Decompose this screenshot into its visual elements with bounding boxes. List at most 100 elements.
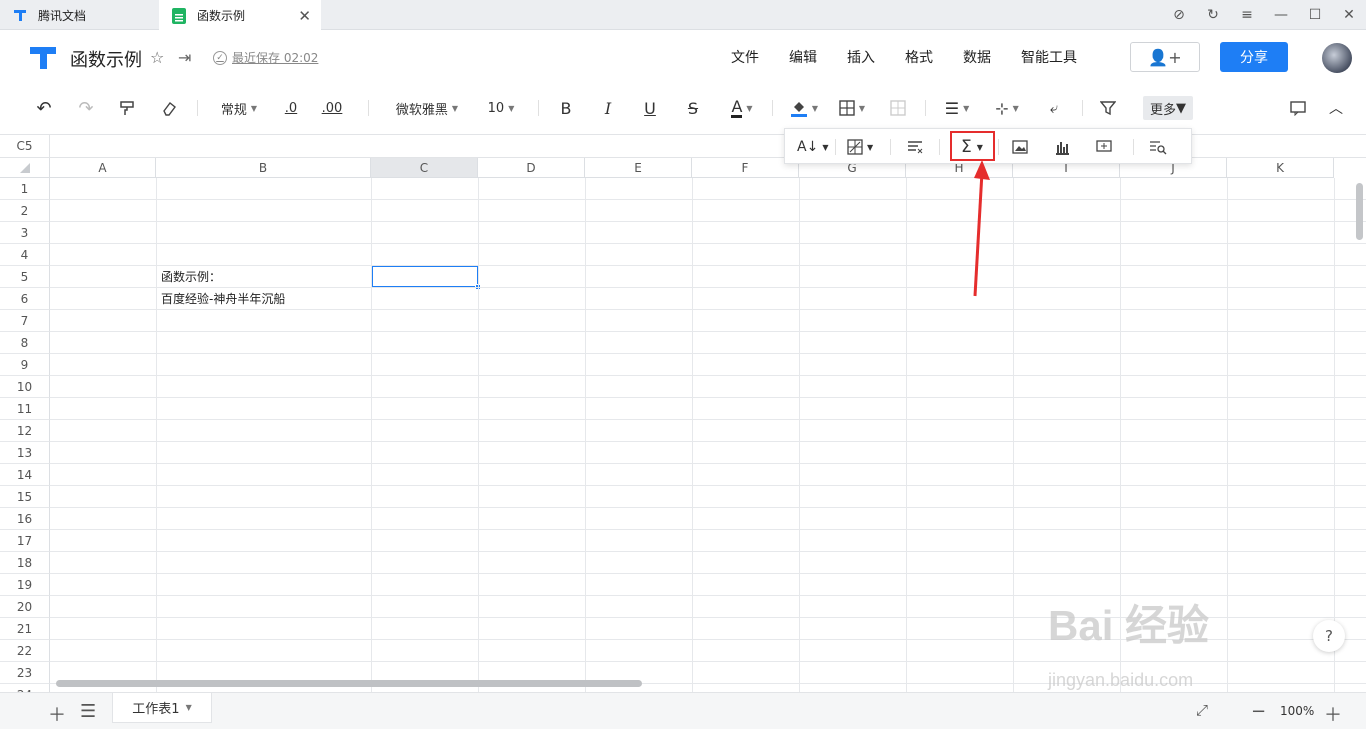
row-header-18[interactable]: 18 <box>0 552 50 574</box>
font-family-dropdown[interactable]: 微软雅黑 ▼ <box>388 98 466 118</box>
zoom-out-icon[interactable]: − <box>1251 701 1266 722</box>
row-header-22[interactable]: 22 <box>0 640 50 662</box>
add-sheet-icon[interactable]: ＋ <box>48 701 66 727</box>
row-header-13[interactable]: 13 <box>0 442 50 464</box>
bold-icon[interactable]: B <box>556 98 576 118</box>
row-header-23[interactable]: 23 <box>0 662 50 684</box>
row-header-15[interactable]: 15 <box>0 486 50 508</box>
column-header-e[interactable]: E <box>585 158 692 178</box>
decrease-decimal-button[interactable]: .0 <box>280 98 302 118</box>
underline-icon[interactable]: U <box>640 98 660 118</box>
row-header-20[interactable]: 20 <box>0 596 50 618</box>
row-header-24[interactable]: 24 <box>0 684 50 692</box>
row-header-10[interactable]: 10 <box>0 376 50 398</box>
insert-image-icon[interactable] <box>1012 138 1028 156</box>
number-format-dropdown[interactable]: 常规 ▼ <box>214 98 264 118</box>
format-painter-icon[interactable] <box>117 98 137 118</box>
menu-edit[interactable]: 编辑 <box>789 47 817 67</box>
menu-data[interactable]: 数据 <box>963 47 991 67</box>
column-header-a[interactable]: A <box>50 158 156 178</box>
more-button[interactable]: 更多 ▼ <box>1143 96 1193 120</box>
compass-icon[interactable]: ⊘ <box>1162 7 1196 23</box>
menu-smart-tools[interactable]: 智能工具 <box>1021 47 1077 67</box>
filter-icon[interactable] <box>1098 98 1118 118</box>
collapse-toolbar-icon[interactable]: ︿ <box>1326 98 1346 118</box>
select-all-corner[interactable] <box>0 158 50 178</box>
grid-line <box>799 178 800 692</box>
sort-dropdown[interactable]: A↓ ▼ <box>797 138 828 156</box>
document-title[interactable]: 函数示例 <box>70 46 142 72</box>
tencent-docs-logo[interactable] <box>28 43 58 75</box>
horizontal-align-dropdown[interactable]: ☰ ▼ <box>940 98 974 118</box>
menu-insert[interactable]: 插入 <box>847 47 875 67</box>
column-header-k[interactable]: K <box>1227 158 1334 178</box>
conditional-format-dropdown[interactable]: ▼ <box>847 138 873 156</box>
menu-format[interactable]: 格式 <box>905 47 933 67</box>
strikethrough-icon[interactable]: S <box>683 98 703 118</box>
row-header-7[interactable]: 7 <box>0 310 50 332</box>
row-header-14[interactable]: 14 <box>0 464 50 486</box>
close-window-icon[interactable]: ✕ <box>1332 7 1366 23</box>
fullscreen-icon[interactable]: ⤢ <box>1196 701 1208 719</box>
zoom-in-icon[interactable]: ＋ <box>1324 701 1342 727</box>
row-header-19[interactable]: 19 <box>0 574 50 596</box>
cell-reference[interactable]: C5 <box>0 135 50 157</box>
row-header-5[interactable]: 5 <box>0 266 50 288</box>
font-color-dropdown[interactable]: A ▼ <box>725 98 759 118</box>
tab-tencent-docs[interactable]: 腾讯文档 <box>0 0 158 30</box>
row-header-3[interactable]: 3 <box>0 222 50 244</box>
redo-icon[interactable]: ↷ <box>76 98 96 119</box>
wrap-text-icon[interactable]: ⤶ <box>1043 98 1065 118</box>
save-status[interactable]: ✓ 最近保存 02:02 <box>213 49 318 66</box>
insert-chart-icon[interactable] <box>1054 138 1070 156</box>
row-header-1[interactable]: 1 <box>0 178 50 200</box>
avatar[interactable] <box>1322 43 1352 73</box>
merge-cells-icon[interactable] <box>888 98 908 118</box>
increase-decimal-button[interactable]: .00 <box>318 98 346 118</box>
row-header-8[interactable]: 8 <box>0 332 50 354</box>
vertical-align-dropdown[interactable]: ⊹ ▼ <box>990 98 1024 118</box>
refresh-icon[interactable]: ↻ <box>1196 7 1230 23</box>
comment-icon[interactable] <box>1288 98 1308 118</box>
move-folder-icon[interactable]: ⇥ <box>178 48 191 67</box>
row-header-6[interactable]: 6 <box>0 288 50 310</box>
data-validation-icon[interactable] <box>907 138 923 156</box>
row-header-16[interactable]: 16 <box>0 508 50 530</box>
row-header-21[interactable]: 21 <box>0 618 50 640</box>
column-header-f[interactable]: F <box>692 158 799 178</box>
close-tab-icon[interactable]: ✕ <box>298 7 311 25</box>
column-header-b[interactable]: B <box>156 158 371 178</box>
font-size-dropdown[interactable]: 10 ▼ <box>482 98 520 118</box>
row-header-4[interactable]: 4 <box>0 244 50 266</box>
minimize-icon[interactable]: — <box>1264 7 1298 23</box>
row-header-2[interactable]: 2 <box>0 200 50 222</box>
clear-format-icon[interactable] <box>159 98 179 118</box>
column-header-d[interactable]: D <box>478 158 585 178</box>
cell-b5[interactable]: 函数示例： <box>161 268 221 285</box>
menu-icon[interactable]: ≡ <box>1230 7 1264 23</box>
star-icon[interactable]: ☆ <box>150 48 164 67</box>
find-replace-icon[interactable] <box>1149 138 1167 156</box>
sheet-list-icon[interactable]: ☰ <box>80 701 96 722</box>
row-header-11[interactable]: 11 <box>0 398 50 420</box>
share-button[interactable]: 分享 <box>1220 42 1288 72</box>
column-header-c[interactable]: C <box>371 158 478 178</box>
maximize-icon[interactable]: ☐ <box>1298 7 1332 23</box>
cell-b6[interactable]: 百度经验-神舟半年沉船 <box>161 290 285 307</box>
help-button[interactable]: ? <box>1313 620 1345 652</box>
undo-icon[interactable]: ↶ <box>34 98 54 119</box>
sheet-tab[interactable]: 工作表1 ▼ <box>112 693 212 723</box>
menu-file[interactable]: 文件 <box>731 47 759 67</box>
selected-cell[interactable] <box>371 265 481 290</box>
fill-color-dropdown[interactable]: ▼ <box>787 98 821 118</box>
row-header-9[interactable]: 9 <box>0 354 50 376</box>
row-header-12[interactable]: 12 <box>0 420 50 442</box>
tab-document[interactable]: 函数示例 ✕ <box>159 0 321 31</box>
vertical-scrollbar[interactable] <box>1356 183 1363 240</box>
italic-icon[interactable]: I <box>598 98 618 118</box>
insert-comment-icon[interactable] <box>1096 138 1112 156</box>
borders-dropdown[interactable]: ▼ <box>836 98 868 118</box>
add-collaborator-button[interactable]: 👤+ <box>1130 42 1200 72</box>
row-header-17[interactable]: 17 <box>0 530 50 552</box>
horizontal-scrollbar[interactable] <box>56 680 642 687</box>
